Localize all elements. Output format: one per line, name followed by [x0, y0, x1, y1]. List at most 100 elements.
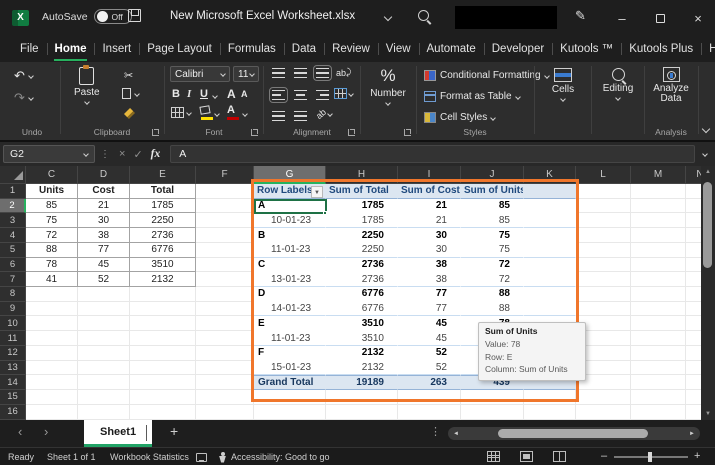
column-header-F[interactable]: F — [196, 166, 254, 184]
cell-F3[interactable] — [196, 213, 254, 228]
borders-button[interactable] — [171, 107, 191, 118]
cell-G4[interactable]: B — [254, 228, 326, 243]
cell-C12[interactable] — [26, 346, 78, 361]
cell-J15[interactable] — [461, 390, 524, 405]
row-header-9[interactable]: 9 — [0, 302, 26, 317]
cell-F10[interactable] — [196, 316, 254, 331]
cell-E13[interactable] — [130, 361, 196, 376]
cell-H8[interactable]: 6776 — [326, 287, 398, 302]
next-sheet-icon[interactable]: › — [44, 424, 48, 439]
cell-L8[interactable] — [576, 287, 631, 302]
cell-M3[interactable] — [631, 213, 686, 228]
ribbon-tab-formulas[interactable]: Formulas — [220, 36, 284, 62]
cell-L9[interactable] — [576, 302, 631, 317]
italic-button[interactable]: I — [187, 88, 191, 100]
row-header-16[interactable]: 16 — [0, 405, 26, 420]
cell-E15[interactable] — [130, 390, 196, 405]
workbook-statistics-button[interactable]: Workbook Statistics — [110, 448, 189, 465]
fill-color-button[interactable] — [199, 106, 213, 120]
cell-F11[interactable] — [196, 331, 254, 346]
number-format-button[interactable]: % Number — [370, 66, 406, 105]
cell-I3[interactable]: 21 — [398, 213, 461, 228]
cell-G11[interactable]: 11-01-23 — [254, 331, 326, 346]
cell-F15[interactable] — [196, 390, 254, 405]
pen-icon[interactable]: ✎ — [575, 8, 586, 24]
name-box[interactable]: G2 — [3, 145, 95, 163]
cell-J5[interactable]: 75 — [461, 243, 524, 258]
scroll-left-icon[interactable]: ◄ — [448, 431, 464, 437]
ribbon-tab-automate[interactable]: Automate — [419, 36, 484, 62]
cell-F8[interactable] — [196, 287, 254, 302]
zoom-in-button[interactable]: + — [694, 450, 700, 462]
cell-M10[interactable] — [631, 316, 686, 331]
cell-J1[interactable]: Sum of Units — [461, 184, 524, 199]
cell-M8[interactable] — [631, 287, 686, 302]
close-button[interactable]: × — [678, 0, 715, 36]
ribbon-tab-view[interactable]: View — [378, 36, 419, 62]
cell-J6[interactable]: 72 — [461, 258, 524, 273]
align-top-icon[interactable] — [272, 68, 285, 78]
previous-sheet-icon[interactable]: ‹ — [18, 424, 22, 439]
cell-E12[interactable] — [130, 346, 196, 361]
cell-M14[interactable] — [631, 375, 686, 390]
ribbon-tab-data[interactable]: Data — [284, 36, 324, 62]
cell-J3[interactable]: 85 — [461, 213, 524, 228]
cell-F16[interactable] — [196, 405, 254, 420]
cell-F13[interactable] — [196, 361, 254, 376]
collapse-ribbon-icon[interactable] — [702, 125, 710, 133]
ribbon-tab-insert[interactable]: Insert — [94, 36, 139, 62]
cell-C9[interactable] — [26, 302, 78, 317]
accessibility-status[interactable]: Accessibility: Good to go — [218, 448, 330, 465]
cell-E9[interactable] — [130, 302, 196, 317]
scrollbar-splitter-icon[interactable]: ⋮ — [430, 425, 441, 438]
cell-E8[interactable] — [130, 287, 196, 302]
cell-E6[interactable]: 3510 — [130, 258, 196, 273]
cell-C15[interactable] — [26, 390, 78, 405]
editing-button[interactable]: Editing — [600, 68, 636, 100]
page-layout-view-button[interactable] — [520, 451, 533, 462]
undo-button[interactable]: ↶ — [14, 68, 33, 84]
column-header-I[interactable]: I — [398, 166, 461, 184]
ribbon-tab-kutools-[interactable]: Kutools ™ — [552, 36, 621, 62]
cell-K1[interactable] — [524, 184, 576, 199]
alignment-dialog-launcher-icon[interactable] — [348, 129, 355, 136]
cell-I6[interactable]: 38 — [398, 258, 461, 273]
cell-M4[interactable] — [631, 228, 686, 243]
cell-M1[interactable] — [631, 184, 686, 199]
scroll-down-icon[interactable]: ▼ — [701, 408, 715, 420]
cell-E3[interactable]: 2250 — [130, 213, 196, 228]
select-all-corner[interactable] — [0, 166, 26, 184]
cell-C10[interactable] — [26, 316, 78, 331]
cell-F1[interactable] — [196, 184, 254, 199]
increase-indent-icon[interactable] — [294, 111, 307, 121]
row-header-13[interactable]: 13 — [0, 361, 26, 376]
cell-G2[interactable]: A — [254, 199, 326, 214]
cell-L15[interactable] — [576, 390, 631, 405]
cell-D10[interactable] — [78, 316, 130, 331]
cell-J8[interactable]: 88 — [461, 287, 524, 302]
cell-G9[interactable]: 14-01-23 — [254, 302, 326, 317]
row-header-4[interactable]: 4 — [0, 228, 26, 243]
cell-J16[interactable] — [461, 405, 524, 420]
cell-D11[interactable] — [78, 331, 130, 346]
cell-G5[interactable]: 11-01-23 — [254, 243, 326, 258]
font-dialog-launcher-icon[interactable] — [251, 129, 258, 136]
cell-G14[interactable]: Grand Total — [254, 375, 326, 390]
cell-H12[interactable]: 2132 — [326, 346, 398, 361]
cell-E2[interactable]: 1785 — [130, 199, 196, 214]
cell-C13[interactable] — [26, 361, 78, 376]
cell-F12[interactable] — [196, 346, 254, 361]
cell-G13[interactable]: 15-01-23 — [254, 361, 326, 376]
cell-D5[interactable]: 77 — [78, 243, 130, 258]
format-painter-button[interactable] — [124, 108, 135, 119]
align-right-icon[interactable] — [316, 90, 329, 100]
cell-I7[interactable]: 38 — [398, 272, 461, 287]
normal-view-button[interactable] — [487, 451, 500, 462]
column-header-D[interactable]: D — [78, 166, 130, 184]
minimize-button[interactable]: – — [602, 0, 642, 36]
cell-K5[interactable] — [524, 243, 576, 258]
conditional-formatting-button[interactable]: Conditional Formatting — [424, 67, 549, 84]
cell-I5[interactable]: 30 — [398, 243, 461, 258]
cell-E10[interactable] — [130, 316, 196, 331]
cell-I4[interactable]: 30 — [398, 228, 461, 243]
